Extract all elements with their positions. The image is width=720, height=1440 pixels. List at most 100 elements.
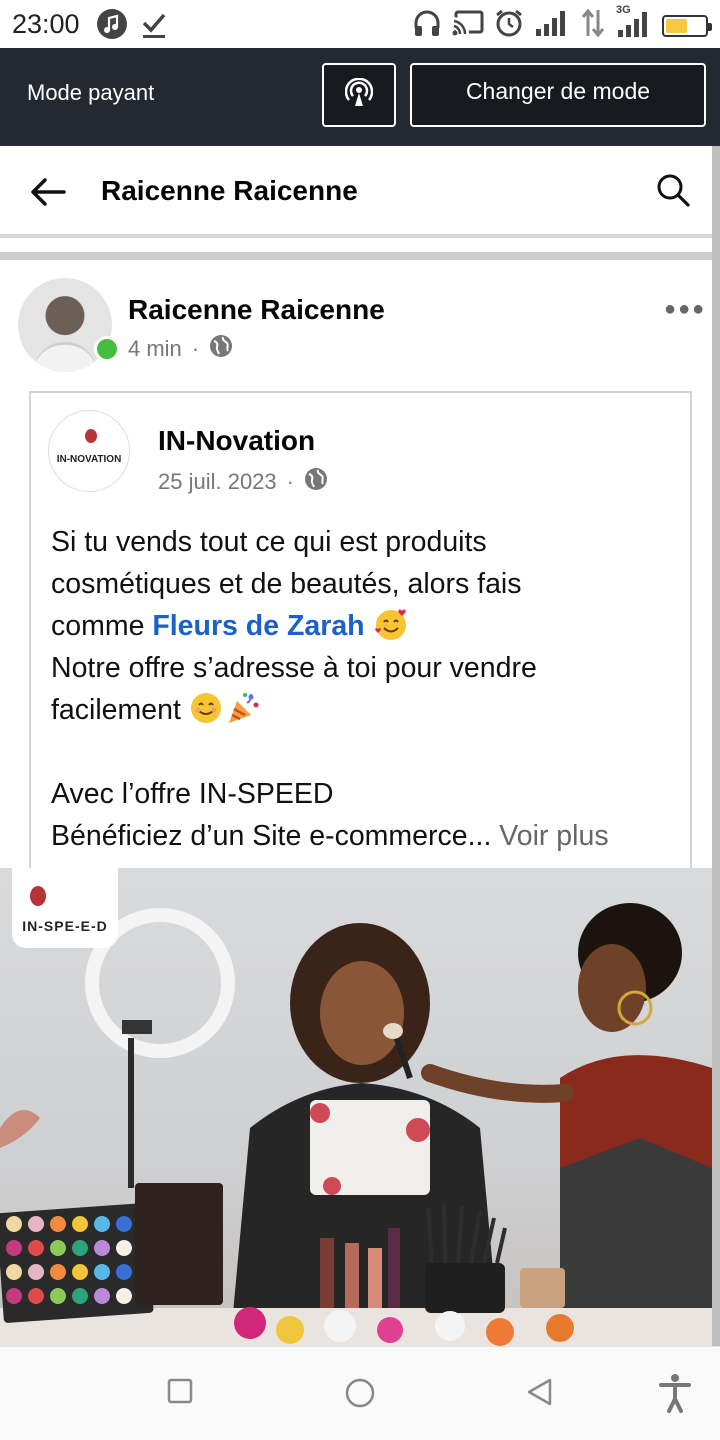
battery-icon: [662, 14, 712, 37]
post-text-spacer: [51, 731, 681, 773]
palette-swatch: [50, 1240, 66, 1256]
palette-swatch: [6, 1216, 22, 1232]
avatar-body: [34, 342, 96, 372]
bulb-icon: [30, 886, 46, 906]
more-dots-icon[interactable]: ●●●: [664, 298, 706, 321]
palette-swatch: [50, 1288, 66, 1304]
mode-label: Mode payant: [27, 80, 155, 105]
palette-swatch: [116, 1216, 132, 1232]
shared-date[interactable]: 25 juil. 2023: [158, 469, 277, 495]
palette-swatch: [28, 1288, 44, 1304]
search-icon[interactable]: [655, 172, 691, 213]
bulb-icon: [85, 429, 97, 443]
post-body: Si tu vends tout ce qui est produits cos…: [51, 521, 681, 857]
palette-swatch: [72, 1264, 88, 1280]
back-icon[interactable]: [524, 1377, 554, 1412]
brush-head: [383, 1023, 403, 1039]
artist-arm: [421, 1064, 574, 1103]
shared-meta: 25 juil. 2023 ·: [158, 467, 328, 497]
logo-text: IN-NOVATION: [56, 453, 122, 465]
post-text-fragment: facilement: [51, 694, 181, 726]
meta-separator: ·: [191, 336, 200, 361]
palette-swatch: [28, 1240, 44, 1256]
lip-gloss: [388, 1228, 400, 1308]
artist-face: [578, 944, 646, 1032]
post-text-line: facilement: [51, 689, 681, 731]
page-title: Raicenne Raicenne: [101, 175, 358, 206]
decor-flowers: [0, 1110, 40, 1148]
status-bar: 23:00 3G: [0, 0, 720, 48]
app-header: Raicenne Raicenne: [0, 146, 720, 238]
palette-swatch: [72, 1240, 88, 1256]
palette-swatch: [50, 1264, 66, 1280]
smiling-face-icon: [189, 691, 225, 725]
accessibility-icon[interactable]: [658, 1373, 692, 1418]
home-icon[interactable]: [344, 1377, 376, 1414]
palette-swatch: [116, 1240, 132, 1256]
palette-swatch: [94, 1240, 110, 1256]
battery-level: [666, 18, 687, 33]
back-arrow-icon[interactable]: [28, 172, 68, 217]
flower: [377, 1317, 403, 1343]
recent-apps-icon[interactable]: [166, 1377, 194, 1410]
palette-swatch: [72, 1288, 88, 1304]
scrollbar[interactable]: [712, 146, 720, 1346]
post-card: Raicenne Raicenne 4 min · ●●● IN-NOVATIO…: [0, 260, 712, 1346]
palette-swatch: [6, 1264, 22, 1280]
post-text-line: Avec l’offre IN-SPEED: [51, 778, 334, 810]
online-status-dot: [94, 336, 120, 362]
post-author[interactable]: Raicenne Raicenne: [128, 294, 385, 326]
post-text-line: cosmétiques et de beautés, alors fais: [51, 568, 522, 600]
feed-separator: [0, 252, 720, 260]
broadcast-icon: [344, 76, 374, 113]
cast-icon: [452, 8, 484, 43]
headphones-icon: [412, 8, 442, 43]
change-mode-button[interactable]: Changer de mode: [410, 63, 706, 127]
see-more-link[interactable]: Voir plus: [499, 820, 608, 852]
palette-swatch: [116, 1288, 132, 1304]
status-time: 23:00: [12, 8, 80, 39]
music-icon: [96, 8, 128, 40]
phone-holder: [122, 1020, 152, 1034]
post-text-line: Notre offre s’adresse à toi pour vendre: [51, 652, 537, 684]
cape-rose: [323, 1177, 341, 1195]
palette-swatch: [6, 1240, 22, 1256]
page-logo[interactable]: IN-NOVATION: [48, 410, 130, 492]
post-text-line: Bénéficiez d’un Site e-commerce... Voir …: [51, 815, 681, 857]
broadcast-button[interactable]: [322, 63, 396, 127]
flower: [435, 1311, 465, 1341]
flower: [276, 1316, 304, 1344]
flower: [234, 1307, 266, 1339]
lipstick: [345, 1243, 359, 1308]
mention-link[interactable]: Fleurs de Zarah: [152, 610, 364, 642]
client-face: [320, 961, 404, 1065]
meta-separator: ·: [286, 469, 294, 494]
post-text-line: Si tu vends tout ce qui est produits: [51, 526, 487, 558]
palette-swatch: [50, 1216, 66, 1232]
data-transfer-icon: [580, 8, 606, 43]
network-type: 3G: [616, 4, 631, 16]
post-text-fragment: comme: [51, 610, 153, 642]
globe-icon: [209, 334, 233, 364]
globe-icon: [304, 467, 328, 497]
eyeshadow-palette-back: [135, 1183, 223, 1305]
check-download-icon: [140, 9, 168, 39]
palette-swatch: [28, 1264, 44, 1280]
party-popper-icon: [225, 691, 261, 725]
cape-rose: [406, 1118, 430, 1142]
flower: [486, 1318, 514, 1346]
post-image[interactable]: IN-SPE-E-D: [0, 868, 712, 1346]
badge-text: IN-SPE-E-D: [22, 918, 108, 934]
shared-post[interactable]: IN-NOVATION IN-Novation 25 juil. 2023 · …: [29, 391, 692, 891]
smiling-face-with-hearts-icon: [373, 607, 409, 641]
flower: [324, 1310, 356, 1342]
status-icons: 3G: [412, 4, 712, 43]
mode-bar: Mode payant Changer de mode: [0, 48, 720, 146]
post-time[interactable]: 4 min: [128, 336, 182, 362]
alarm-icon: [494, 8, 524, 43]
light-stand: [128, 1038, 134, 1188]
shared-page-name[interactable]: IN-Novation: [158, 425, 315, 457]
lipstick: [320, 1238, 334, 1308]
lipstick: [368, 1248, 382, 1308]
palette-swatch: [94, 1264, 110, 1280]
